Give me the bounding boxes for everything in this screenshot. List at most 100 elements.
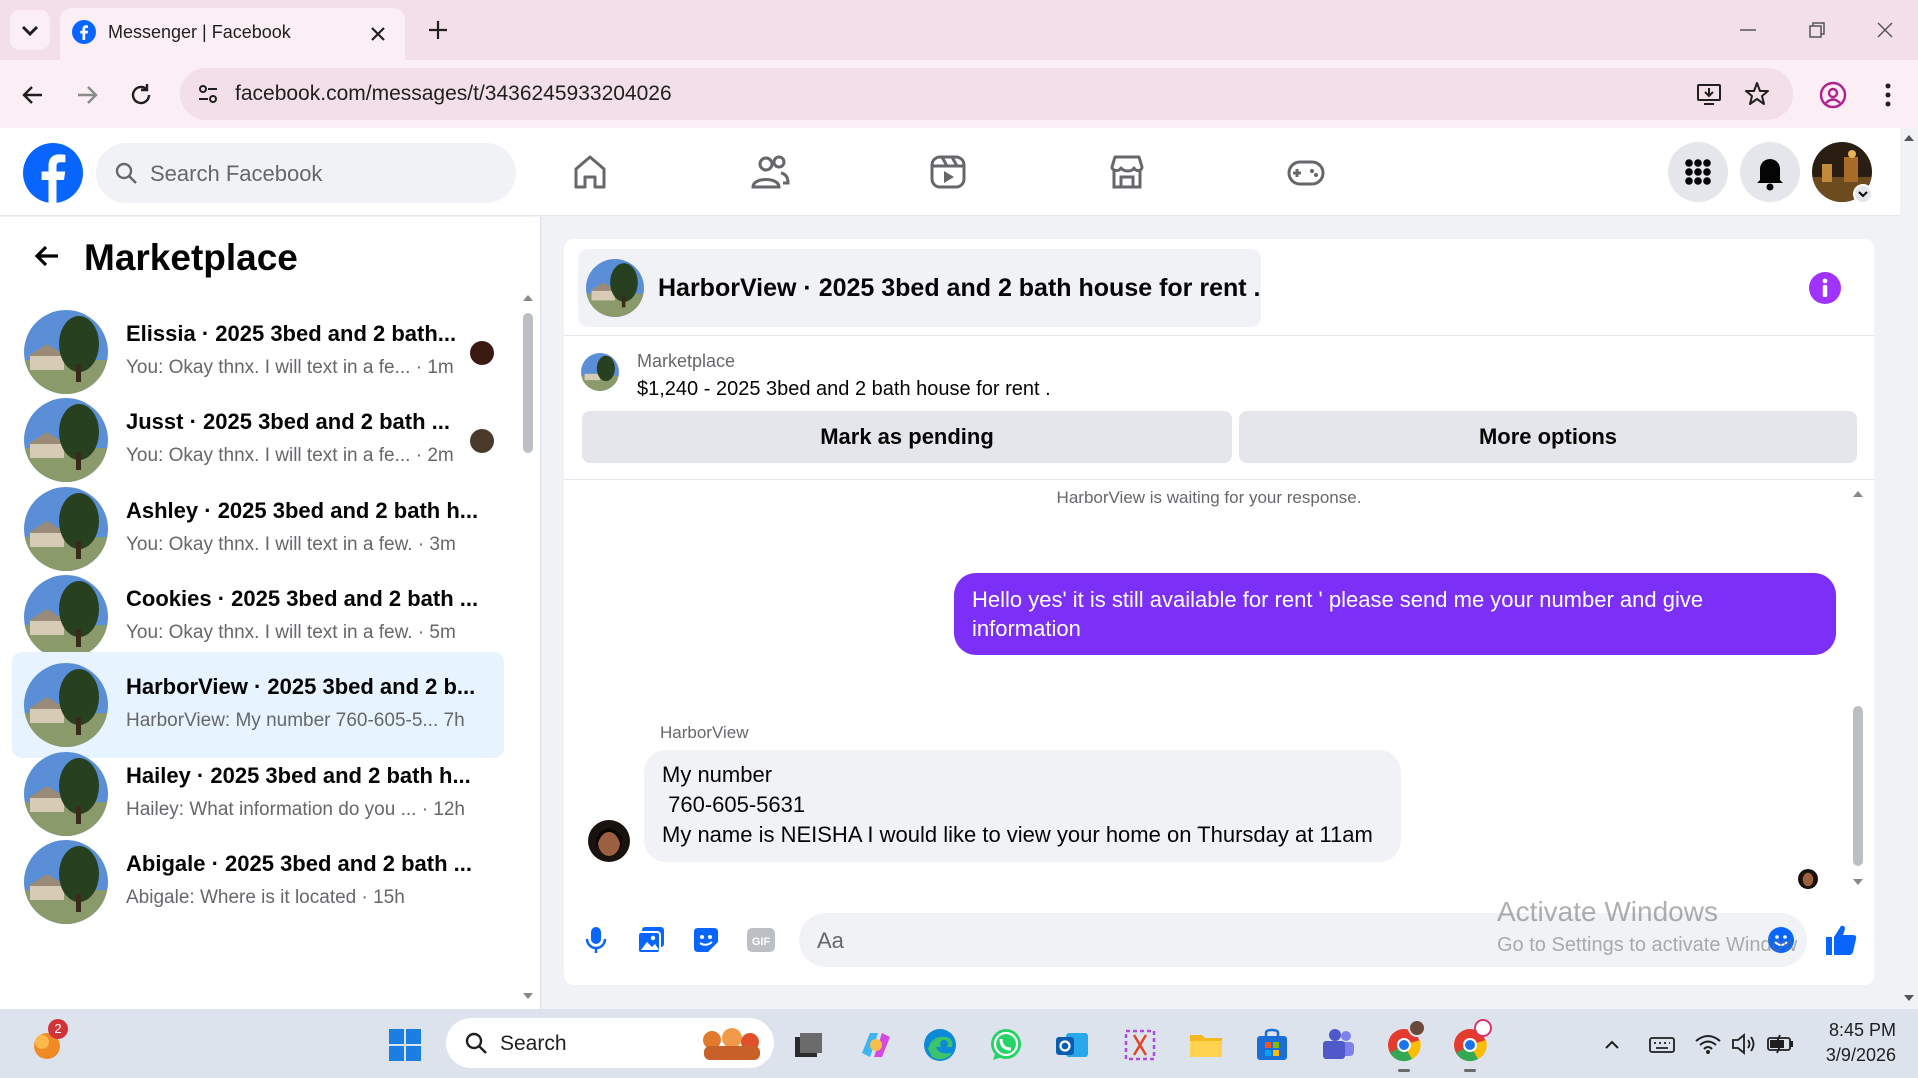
- conversation-name: Elissia · 2025 3bed and 2 bath...: [126, 321, 457, 346]
- microphone-icon[interactable]: [584, 926, 608, 954]
- conversation-preview: You: Okay thnx. I will text in a few. · …: [126, 621, 456, 643]
- chrome-profile-badge: [1408, 1019, 1426, 1037]
- tab-search-button[interactable]: [10, 10, 50, 50]
- sender-avatar[interactable]: [588, 820, 630, 862]
- taskbar-search[interactable]: Search: [446, 1018, 774, 1068]
- list-scroll-up-icon[interactable]: [520, 289, 536, 305]
- forward-icon[interactable]: [74, 82, 100, 108]
- friends-icon[interactable]: [750, 153, 790, 191]
- menu-button[interactable]: [1668, 142, 1728, 202]
- clock-time[interactable]: 8:45 PM: [1810, 1020, 1896, 1041]
- bookmark-star-icon[interactable]: [1744, 81, 1770, 107]
- conversation-avatar: [24, 574, 108, 659]
- conversation-name: Jusst · 2025 3bed and 2 bath ...: [126, 409, 450, 435]
- video-icon[interactable]: [929, 153, 967, 191]
- close-window-icon[interactable]: [1873, 18, 1897, 42]
- chevron-up-icon[interactable]: [1600, 1033, 1624, 1057]
- conversation-list-panel: Marketplace Elissia · 2025 3bed and 2 ba…: [0, 217, 540, 1009]
- seen-avatar: [470, 429, 494, 454]
- running-indicator: [1398, 1069, 1410, 1072]
- conversation-item[interactable]: Abigale · 2025 3bed and 2 bath ... Abigal…: [12, 829, 504, 935]
- messages-scroll-down-icon[interactable]: [1850, 875, 1866, 891]
- incoming-message[interactable]: My number 760-605-5631 My name is NEISHA…: [644, 750, 1401, 862]
- restore-icon[interactable]: [1805, 18, 1829, 42]
- facebook-logo-icon[interactable]: [23, 143, 83, 203]
- snipping-tool-icon[interactable]: [1122, 1027, 1158, 1063]
- notifications-button[interactable]: [1740, 142, 1800, 202]
- task-view-icon[interactable]: [792, 1029, 824, 1061]
- conversation-preview: You: Okay thnx. I will text in a fe... ·…: [126, 357, 454, 378]
- copilot-icon[interactable]: [858, 1027, 894, 1063]
- gif-icon[interactable]: GIF: [746, 926, 776, 954]
- home-icon[interactable]: [571, 153, 609, 191]
- install-app-icon[interactable]: [1696, 81, 1722, 107]
- conversation-preview: Abigale: Where is it located · 15h: [126, 886, 405, 908]
- conversation-preview: HarborView: My number 760-605-5... 7h: [126, 710, 465, 732]
- minimize-icon[interactable]: [1736, 18, 1760, 42]
- listing-title[interactable]: $1,240 - 2025 3bed and 2 bath house for …: [637, 378, 1051, 401]
- page-scrollbar-track[interactable]: [1900, 150, 1918, 1008]
- info-icon[interactable]: [1809, 272, 1841, 304]
- browser-tab-messenger[interactable]: Messenger | Facebook: [60, 8, 405, 60]
- mark-as-pending-button[interactable]: Mark as pending: [582, 411, 1232, 463]
- activate-windows-title: Activate Windows: [1497, 896, 1718, 927]
- profile-icon[interactable]: [1819, 81, 1847, 109]
- waiting-notice: HarborView is waiting for your response.: [1056, 488, 1362, 507]
- sticker-icon[interactable]: [692, 926, 720, 954]
- conversation-avatar: [24, 310, 108, 394]
- battery-icon[interactable]: [1766, 1031, 1796, 1057]
- message-placeholder: Aa: [817, 928, 844, 953]
- teams-icon[interactable]: [1320, 1027, 1356, 1063]
- address-bar[interactable]: facebook.com/messages/t/3436245933204026: [180, 68, 1793, 120]
- gaming-icon[interactable]: [1286, 153, 1326, 191]
- search-icon: [115, 162, 137, 184]
- more-options-button[interactable]: More options: [1239, 411, 1857, 463]
- facebook-search-input[interactable]: Search Facebook: [96, 143, 516, 203]
- chrome-profile-badge: [1474, 1019, 1492, 1037]
- volume-icon[interactable]: [1730, 1031, 1758, 1057]
- messages-scroll-up-icon[interactable]: [1850, 485, 1866, 501]
- conversation-name: Hailey · 2025 3bed and 2 bath h...: [126, 762, 471, 788]
- back-arrow-icon[interactable]: [32, 241, 62, 271]
- bell-icon: [1757, 159, 1783, 191]
- windows-start-icon[interactable]: [388, 1028, 422, 1062]
- photo-icon[interactable]: [637, 926, 665, 954]
- microsoft-store-icon[interactable]: [1254, 1027, 1290, 1063]
- chat-header[interactable]: HarborView · 2025 3bed and 2 bath house …: [578, 249, 1261, 327]
- grid-menu-icon: [1685, 159, 1711, 185]
- keyboard-icon[interactable]: [1648, 1033, 1676, 1057]
- conversation-avatar: [24, 398, 108, 483]
- marketplace-icon[interactable]: [1108, 153, 1146, 191]
- file-explorer-icon[interactable]: [1188, 1027, 1224, 1063]
- site-info-icon[interactable]: [196, 82, 220, 106]
- messages-scrollbar-thumb[interactable]: [1853, 706, 1863, 866]
- incoming-sender-name: HarborView: [660, 723, 749, 742]
- url-text: facebook.com/messages/t/3436245933204026: [235, 82, 672, 105]
- clock-date[interactable]: 3/9/2026: [1810, 1045, 1896, 1066]
- outgoing-message[interactable]: Hello yes' it is still available for ren…: [954, 573, 1836, 655]
- reload-icon[interactable]: [128, 82, 154, 108]
- whatsapp-icon[interactable]: [988, 1027, 1024, 1063]
- close-tab-icon[interactable]: [368, 24, 388, 44]
- conversation-avatar: [24, 839, 108, 924]
- account-dropdown-badge[interactable]: [1853, 184, 1873, 204]
- wifi-icon[interactable]: [1694, 1031, 1722, 1057]
- page-scrollbar-up[interactable]: [1900, 128, 1918, 148]
- incoming-line: My number: [662, 762, 773, 787]
- browser-menu-icon[interactable]: [1876, 80, 1900, 110]
- list-scrollbar-thumb[interactable]: [523, 313, 533, 453]
- back-icon[interactable]: [20, 82, 46, 108]
- facebook-header: Search Facebook: [0, 128, 1914, 216]
- edge-icon[interactable]: [922, 1027, 958, 1063]
- tab-title: Messenger | Facebook: [108, 22, 291, 42]
- new-tab-icon[interactable]: [426, 18, 450, 42]
- listing-thumbnail[interactable]: [581, 353, 619, 391]
- windows-taskbar: 2 Search 8:45 PM 3/9/2026: [0, 1009, 1918, 1078]
- like-thumb-icon[interactable]: [1824, 923, 1858, 957]
- outlook-icon[interactable]: [1054, 1027, 1090, 1063]
- page-scroll-down-icon[interactable]: [1900, 988, 1918, 1008]
- conversation-preview: You: Okay thnx. I will text in a few. · …: [126, 533, 456, 555]
- list-scroll-down-icon[interactable]: [520, 989, 536, 1005]
- incoming-line: My name is NEISHA I would like to view y…: [662, 822, 1373, 847]
- conversation-name: Ashley · 2025 3bed and 2 bath h...: [126, 497, 479, 523]
